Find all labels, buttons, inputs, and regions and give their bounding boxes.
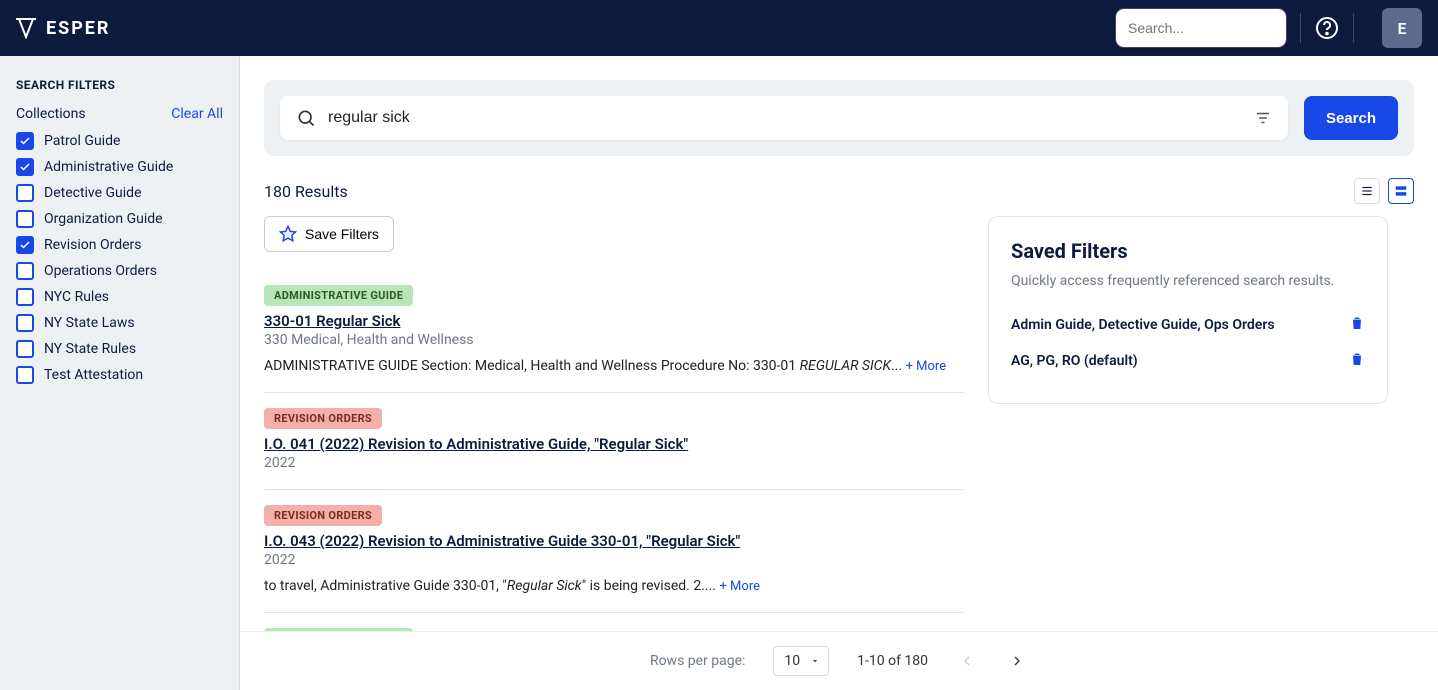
checkbox-label: NYC Rules: [44, 289, 109, 305]
next-page-button[interactable]: [1006, 650, 1028, 672]
collection-checkbox-item[interactable]: Organization Guide: [16, 210, 223, 228]
checkbox-label: Organization Guide: [44, 211, 163, 227]
search-icon: [296, 108, 316, 128]
brand-text: ESPER: [46, 18, 110, 39]
checkbox[interactable]: [16, 366, 34, 384]
prev-page-button[interactable]: [956, 650, 978, 672]
saved-filters-list: Admin Guide, Detective Guide, Ops Orders…: [1011, 307, 1365, 379]
global-search-input[interactable]: [1116, 20, 1321, 36]
avatar[interactable]: E: [1382, 8, 1422, 48]
result-item: REVISION ORDERS I.O. 043 (2022) Revision …: [264, 490, 964, 613]
saved-filter-row[interactable]: Admin Guide, Detective Guide, Ops Orders: [1011, 307, 1365, 343]
save-filters-button[interactable]: Save Filters: [264, 216, 394, 252]
result-title-link[interactable]: I.O. 043 (2022) Revision to Administrati…: [264, 532, 740, 550]
result-badge: REVISION ORDERS: [264, 505, 382, 526]
brand-logo[interactable]: ESPER: [16, 17, 110, 39]
saved-filters-column: Saved Filters Quickly access frequently …: [988, 216, 1388, 667]
rows-per-page-label: Rows per page:: [650, 653, 745, 669]
more-link[interactable]: + More: [719, 579, 760, 594]
rows-per-page-value: 10: [784, 653, 800, 669]
app-header: ESPER E: [0, 0, 1438, 56]
checkbox[interactable]: [16, 210, 34, 228]
caret-down-icon: [810, 656, 820, 666]
checkbox[interactable]: [16, 340, 34, 358]
checkbox-label: NY State Rules: [44, 341, 136, 357]
result-item: REVISION ORDERS I.O. 041 (2022) Revision …: [264, 393, 964, 490]
sidebar-section-label: Collections: [16, 106, 86, 122]
collection-checkbox-item[interactable]: NY State Laws: [16, 314, 223, 332]
collection-checkbox-item[interactable]: NYC Rules: [16, 288, 223, 306]
result-subtitle: 330 Medical, Health and Wellness: [264, 332, 964, 348]
search-input[interactable]: [328, 109, 1254, 127]
checkbox-label: Patrol Guide: [44, 133, 120, 149]
main-content: Search 180 Results Save Filters ADMINIST…: [240, 56, 1438, 690]
search-bar-container: Search: [264, 80, 1414, 156]
results-column: Save Filters ADMINISTRATIVE GUIDE 330-01 …: [264, 216, 964, 667]
sidebar-title: SEARCH FILTERS: [16, 78, 223, 92]
results-list: ADMINISTRATIVE GUIDE 330-01 Regular Sick 3…: [264, 270, 964, 667]
result-title-link[interactable]: 330-01 Regular Sick: [264, 312, 400, 330]
checkbox-label: Administrative Guide: [44, 159, 173, 175]
more-link[interactable]: + More: [906, 359, 947, 374]
collection-checkbox-item[interactable]: Administrative Guide: [16, 158, 223, 176]
avatar-initial: E: [1397, 19, 1406, 38]
result-badge: ADMINISTRATIVE GUIDE: [264, 285, 413, 306]
saved-filter-label: AG, PG, RO (default): [1011, 353, 1138, 369]
collection-checkbox-item[interactable]: Revision Orders: [16, 236, 223, 254]
result-item: ADMINISTRATIVE GUIDE 330-01 Regular Sick 3…: [264, 270, 964, 393]
header-divider-2: [1353, 13, 1354, 43]
checkbox-label: Revision Orders: [44, 237, 142, 253]
checkbox[interactable]: [16, 314, 34, 332]
saved-filter-label: Admin Guide, Detective Guide, Ops Orders: [1011, 317, 1275, 333]
result-snippet: ADMINISTRATIVE GUIDE Section: Medical, H…: [264, 358, 964, 374]
rows-per-page-select[interactable]: 10: [773, 646, 829, 676]
checkbox[interactable]: [16, 158, 34, 176]
collections-checklist: Patrol Guide Administrative Guide Detectiv…: [16, 132, 223, 384]
brand-mark-icon: [16, 17, 36, 39]
saved-filters-card: Saved Filters Quickly access frequently …: [988, 216, 1388, 404]
collection-checkbox-item[interactable]: Test Attestation: [16, 366, 223, 384]
checkbox-label: NY State Laws: [44, 315, 135, 331]
result-title-link[interactable]: I.O. 041 (2022) Revision to Administrati…: [264, 435, 688, 453]
result-subtitle: 2022: [264, 455, 964, 471]
search-box[interactable]: [280, 96, 1288, 140]
pagination: Rows per page: 10 1-10 of 180: [240, 631, 1438, 690]
result-badge: REVISION ORDERS: [264, 408, 382, 429]
star-outline-icon: [279, 225, 297, 243]
save-filters-label: Save Filters: [305, 226, 379, 242]
checkbox[interactable]: [16, 132, 34, 150]
collection-checkbox-item[interactable]: NY State Rules: [16, 340, 223, 358]
page-range: 1-10 of 180: [857, 653, 928, 669]
view-list-button[interactable]: [1354, 178, 1380, 204]
view-toggles: [1354, 178, 1414, 204]
saved-filter-row[interactable]: AG, PG, RO (default): [1011, 343, 1365, 379]
checkbox-label: Detective Guide: [44, 185, 142, 201]
trash-icon[interactable]: [1349, 315, 1365, 331]
result-snippet: to travel, Administrative Guide 330-01, …: [264, 578, 964, 594]
collection-checkbox-item[interactable]: Operations Orders: [16, 262, 223, 280]
sidebar: SEARCH FILTERS Collections Clear All Pat…: [0, 56, 240, 690]
search-button[interactable]: Search: [1304, 96, 1398, 140]
checkbox[interactable]: [16, 262, 34, 280]
trash-icon[interactable]: [1349, 351, 1365, 367]
checkbox[interactable]: [16, 288, 34, 306]
checkbox[interactable]: [16, 184, 34, 202]
result-subtitle: 2022: [264, 552, 964, 568]
results-count: 180 Results: [264, 182, 348, 201]
collection-checkbox-item[interactable]: Detective Guide: [16, 184, 223, 202]
checkbox[interactable]: [16, 236, 34, 254]
saved-filters-subtitle: Quickly access frequently referenced sea…: [1011, 273, 1365, 289]
clear-all-link[interactable]: Clear All: [171, 106, 223, 122]
view-card-button[interactable]: [1388, 178, 1414, 204]
saved-filters-title: Saved Filters: [1011, 239, 1365, 263]
filter-icon[interactable]: [1254, 109, 1272, 127]
checkbox-label: Operations Orders: [44, 263, 157, 279]
checkbox-label: Test Attestation: [44, 367, 143, 383]
global-search[interactable]: [1116, 9, 1286, 47]
collection-checkbox-item[interactable]: Patrol Guide: [16, 132, 223, 150]
